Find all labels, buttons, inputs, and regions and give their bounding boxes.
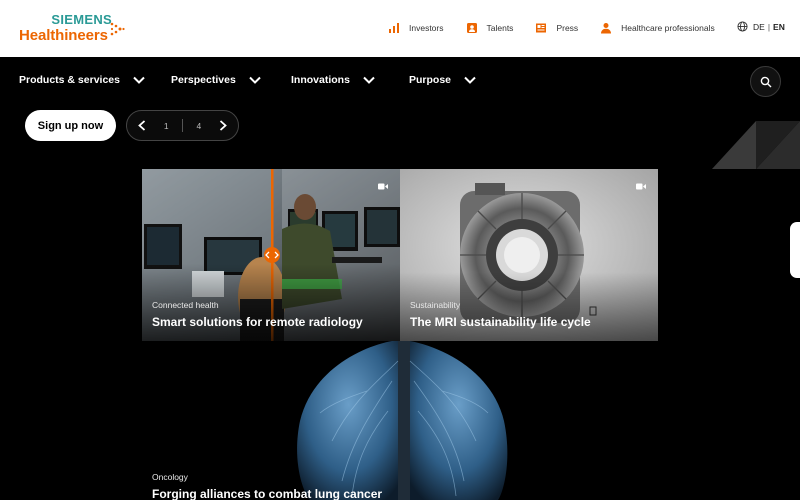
decorative-triangles [712,121,800,169]
card-category: Connected health [152,300,219,310]
util-link-label: Healthcare professionals [621,23,715,33]
video-camera-icon [636,183,646,190]
util-link-label: Press [556,23,579,33]
search-button[interactable] [750,66,781,97]
person-badge-icon [466,23,477,33]
util-link-healthcare-professionals[interactable]: Healthcare professionals [600,22,715,34]
video-camera-icon [378,183,388,190]
logo-line-healthineers: Healthineers [19,27,108,44]
util-link-press[interactable]: Press [535,22,578,34]
card-category: Sustainability [410,300,461,310]
nav-item-label: Perspectives [171,74,236,86]
util-link-investors[interactable]: Investors [388,22,444,34]
nav-item-products-services[interactable]: Products & services [19,74,145,86]
nav-item-purpose[interactable]: Purpose [409,74,476,86]
language-separator: | [767,21,771,32]
language-switcher: DE | EN [737,21,785,32]
story-card-lung-cancer[interactable]: Oncology Forging alliances to combat lun… [142,341,658,500]
nav-item-innovations[interactable]: Innovations [291,74,375,86]
chevron-right-icon [220,120,228,131]
nav-item-label: Products & services [19,74,120,86]
util-link-label: Talents [486,23,514,33]
chevron-down-icon [363,76,375,84]
globe-icon [737,21,748,32]
nav-item-label: Purpose [409,74,452,86]
card-category: Oncology [152,472,188,482]
lung-scan-image [142,341,658,500]
chart-bars-icon [389,23,399,33]
side-feedback-tab[interactable] [790,222,800,278]
pager-current: 1 [163,120,169,131]
card-headline[interactable]: Smart solutions for remote radiology [152,315,363,329]
pager-divider [182,119,183,132]
siemens-healthineers-logo[interactable]: SIEMENS Healthineers [19,13,134,45]
carousel-pager: 1 4 [126,110,239,141]
nav-item-label: Innovations [291,74,350,86]
chevron-left-icon [137,120,145,131]
card-headline[interactable]: The MRI sustainability life cycle [410,315,591,329]
pager-next-button[interactable] [209,111,238,140]
util-link-talents[interactable]: Talents [466,22,514,34]
doctor-icon [601,23,612,34]
card-headline[interactable]: Forging alliances to combat lung cancer [152,487,382,500]
story-card-remote-radiology[interactable]: Connected health Smart solutions for rem… [142,169,400,341]
sign-up-button[interactable]: Sign up now [25,110,116,141]
story-card-mri-lifecycle[interactable]: Sustainability The MRI sustainability li… [400,169,658,341]
pager-prev-button[interactable] [127,111,156,140]
util-link-label: Investors [409,23,444,33]
language-option-de[interactable]: DE [753,22,765,32]
nav-item-perspectives[interactable]: Perspectives [171,74,261,86]
chevron-down-icon [249,76,261,84]
newspaper-icon [536,23,547,33]
logo-line-siemens: SIEMENS [51,12,112,27]
pager-total: 4 [196,120,202,131]
search-icon [760,76,771,87]
main-nav: Products & services Perspectives Innovat… [0,57,800,107]
language-option-en[interactable]: EN [773,22,785,32]
logo-dots-icon [110,22,125,36]
top-bar: SIEMENS Healthineers Investors Talents P… [0,0,800,57]
utility-nav: Investors Talents Press Healthcare profe… [388,20,737,36]
chevron-down-icon [464,76,476,84]
chevron-down-icon [133,76,145,84]
